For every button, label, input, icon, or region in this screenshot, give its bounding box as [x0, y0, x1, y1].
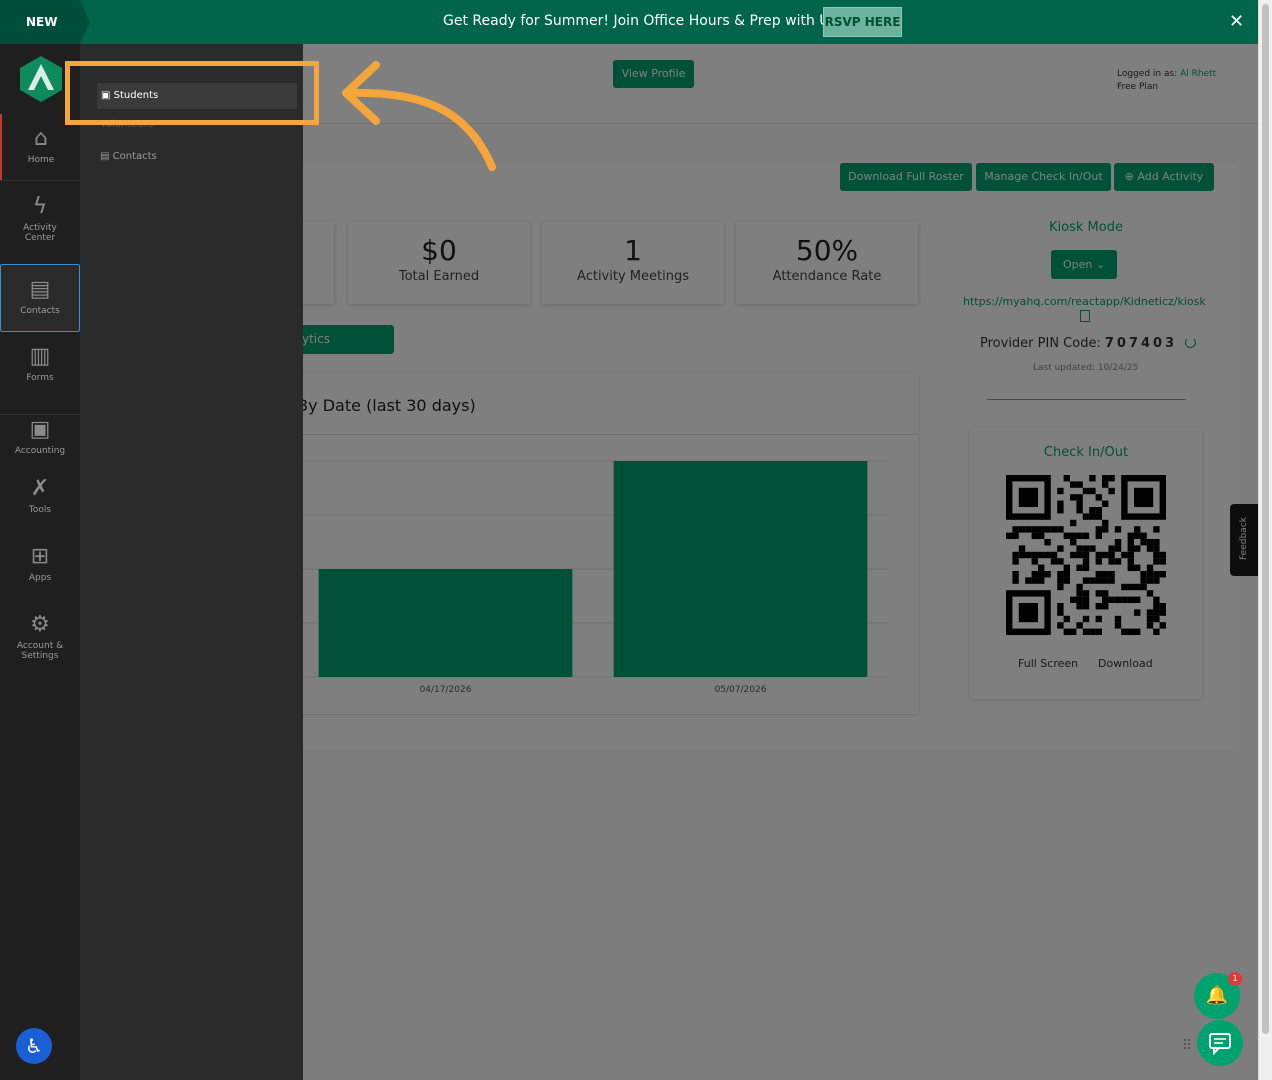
- nav-activity-label-1: Activity: [23, 223, 57, 233]
- nav-tools[interactable]: ✗ Tools: [0, 476, 80, 515]
- nav-tools-label: Tools: [28, 505, 52, 515]
- nav-contacts-label: Contacts: [20, 306, 60, 316]
- announcement-banner: NEW Get Ready for Summer! Join Office Ho…: [0, 0, 1258, 44]
- nav-activity-center[interactable]: ϟ Activity Center: [0, 190, 80, 243]
- money-icon: ▣: [29, 417, 51, 442]
- contact-list-icon: ▤: [100, 151, 113, 162]
- apps-grid-icon: ⊞: [30, 544, 50, 569]
- nav-home-label: Home: [27, 155, 55, 165]
- submenu-contacts-label: Contacts: [112, 151, 157, 162]
- home-icon: ⌂: [34, 126, 48, 151]
- accessibility-icon[interactable]: ♿: [16, 1028, 52, 1064]
- nav-apps[interactable]: ⊞ Apps: [0, 544, 80, 583]
- notification-badge: 1: [1228, 972, 1242, 986]
- app-logo[interactable]: [20, 56, 62, 102]
- nav-accounting[interactable]: ▣ Accounting: [0, 414, 80, 456]
- nav-account-label-2: Settings: [21, 651, 59, 661]
- submenu-item-contacts[interactable]: ▤ Contacts: [100, 151, 157, 162]
- nav-activity-label-2: Center: [24, 233, 56, 243]
- drag-handle-icon[interactable]: ⠿: [1182, 1038, 1192, 1054]
- left-navigation: ⌂ Home ϟ Activity Center ▤ Contacts ▥ Fo…: [0, 44, 80, 1080]
- nav-forms[interactable]: ▥ Forms: [0, 342, 80, 383]
- nav-account-label-1: Account &: [16, 641, 64, 651]
- bell-icon: 🔔: [1205, 985, 1229, 1006]
- close-icon[interactable]: ✕: [1229, 11, 1244, 32]
- nav-forms-label: Forms: [26, 373, 54, 383]
- lightning-icon: ϟ: [32, 194, 48, 219]
- nav-accounting-label: Accounting: [14, 446, 66, 456]
- chat-button[interactable]: [1197, 1020, 1243, 1066]
- contacts-card-icon: ▤: [29, 277, 51, 302]
- scrollbar-thumb[interactable]: [1262, 4, 1269, 1034]
- nav-apps-label: Apps: [28, 573, 52, 583]
- nav-divider: [0, 180, 80, 181]
- clipboard-icon: ▥: [29, 344, 51, 369]
- nav-account-settings[interactable]: ⚙ Account & Settings: [0, 612, 80, 661]
- new-tag: NEW: [0, 0, 90, 44]
- tools-icon: ✗: [30, 476, 50, 501]
- rsvp-button[interactable]: RSVP HERE: [823, 7, 902, 37]
- gear-icon: ⚙: [30, 612, 50, 637]
- nav-contacts[interactable]: ▤ Contacts: [0, 264, 80, 332]
- highlight-box: [65, 61, 319, 125]
- contacts-submenu: ▣ Students Volunteers ▤ Contacts: [80, 44, 303, 1080]
- chat-icon: [1209, 1033, 1231, 1056]
- banner-message: Get Ready for Summer! Join Office Hours …: [443, 13, 837, 29]
- curved-arrow-icon: [342, 61, 496, 171]
